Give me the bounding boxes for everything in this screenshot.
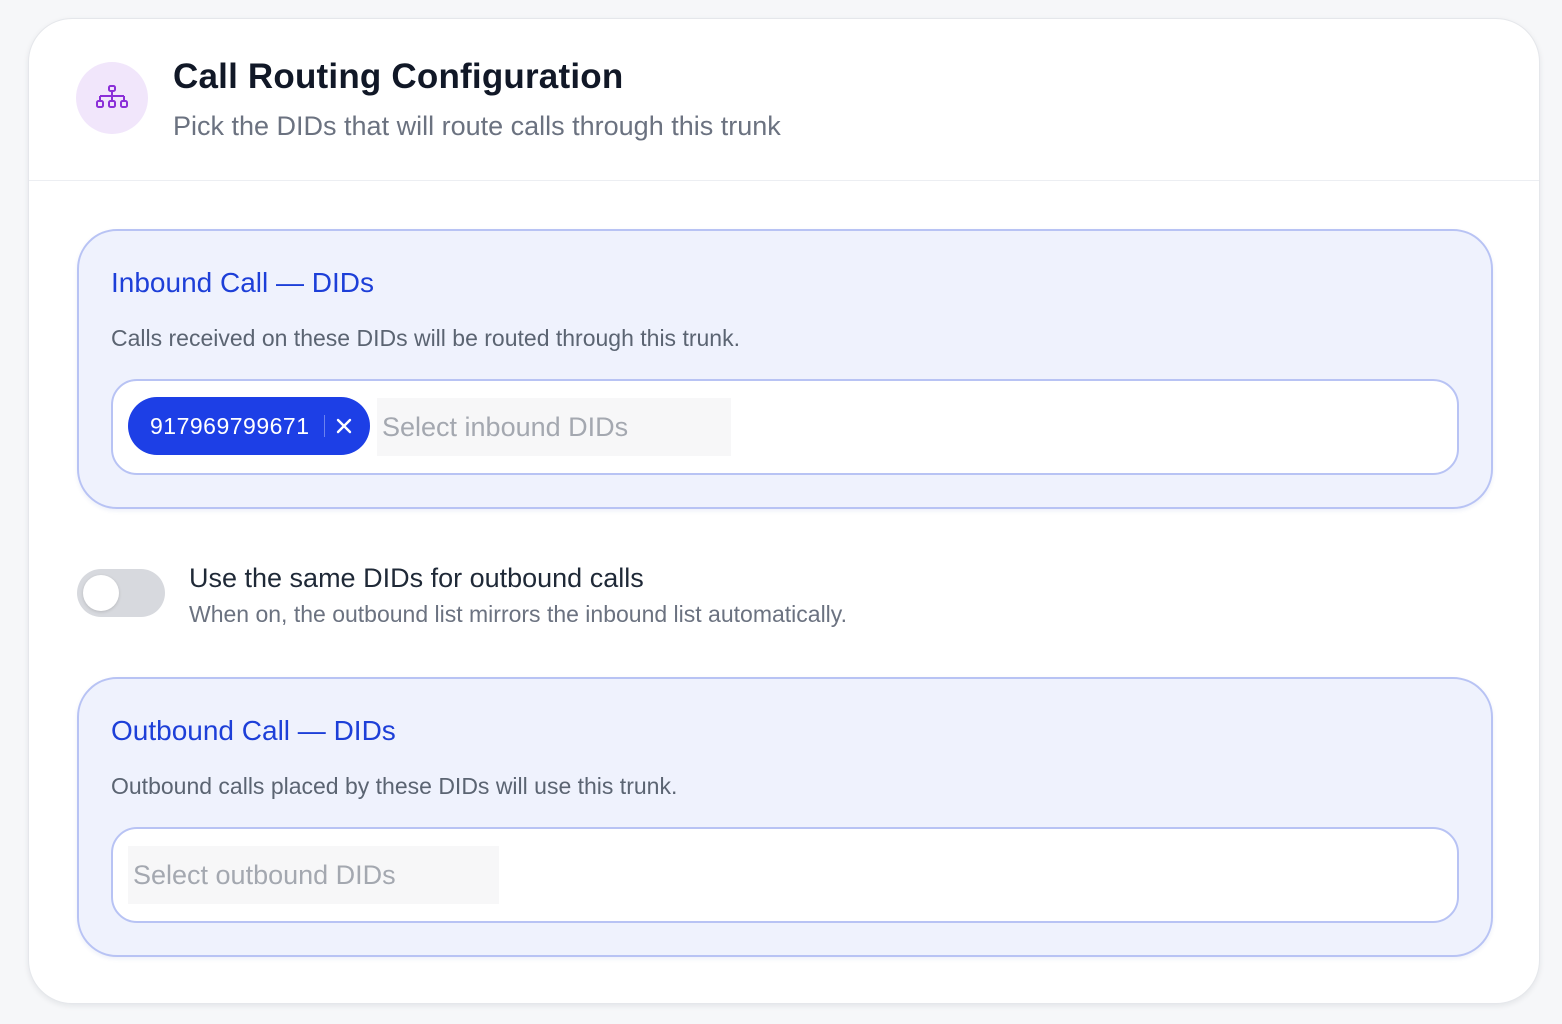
- same-dids-toggle[interactable]: [77, 569, 165, 617]
- outbound-dids-section: Outbound Call — DIDs Outbound calls plac…: [77, 677, 1493, 957]
- outbound-dids-search-input[interactable]: [128, 846, 499, 904]
- toggle-knob: [83, 575, 119, 611]
- same-dids-toggle-row: Use the same DIDs for outbound calls Whe…: [77, 563, 1493, 631]
- did-chip: 917969799671: [128, 397, 370, 455]
- call-routing-card: Call Routing Configuration Pick the DIDs…: [28, 18, 1540, 1004]
- sitemap-icon: [76, 62, 148, 134]
- page-subtitle: Pick the DIDs that will route calls thro…: [173, 111, 781, 141]
- inbound-section-title: Inbound Call — DIDs: [111, 267, 375, 298]
- inbound-section-description: Calls received on these DIDs will be rou…: [111, 325, 740, 351]
- did-chip-label: 917969799671: [150, 412, 310, 439]
- outbound-dids-select[interactable]: [111, 827, 1459, 923]
- page-title: Call Routing Configuration: [173, 57, 624, 96]
- chip-remove-icon[interactable]: [333, 415, 355, 437]
- inbound-dids-select[interactable]: 917969799671: [111, 379, 1459, 475]
- toggle-label: Use the same DIDs for outbound calls: [189, 563, 644, 593]
- inbound-dids-section: Inbound Call — DIDs Calls received on th…: [77, 229, 1493, 509]
- chip-separator: [323, 415, 325, 437]
- outbound-section-title: Outbound Call — DIDs: [111, 715, 396, 746]
- card-header: Call Routing Configuration Pick the DIDs…: [29, 19, 1539, 181]
- toggle-hint: When on, the outbound list mirrors the i…: [189, 601, 847, 627]
- inbound-dids-search-input[interactable]: [377, 398, 731, 456]
- outbound-section-description: Outbound calls placed by these DIDs will…: [111, 773, 678, 799]
